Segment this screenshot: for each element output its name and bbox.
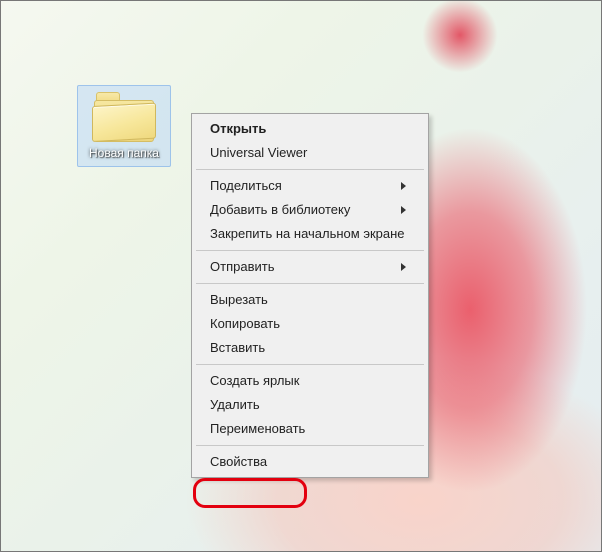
menu-item-label: Вставить — [210, 339, 265, 357]
menu-item-pin-to-start[interactable]: Закрепить на начальном экране — [194, 222, 426, 246]
menu-item-add-to-library[interactable]: Добавить в библиотеку — [194, 198, 426, 222]
menu-item-send-to[interactable]: Отправить — [194, 255, 426, 279]
menu-item-open[interactable]: Открыть — [194, 117, 426, 141]
menu-item-properties[interactable]: Свойства — [194, 450, 426, 474]
menu-item-label: Создать ярлык — [210, 372, 299, 390]
menu-item-label: Удалить — [210, 396, 260, 414]
menu-item-label: Вырезать — [210, 291, 268, 309]
menu-item-label: Переименовать — [210, 420, 305, 438]
desktop-folder-icon[interactable]: Новая папка — [77, 85, 171, 167]
menu-separator — [196, 364, 424, 365]
menu-item-rename[interactable]: Переименовать — [194, 417, 426, 441]
menu-item-label: Поделиться — [210, 177, 282, 195]
menu-item-label: Universal Viewer — [210, 144, 307, 162]
context-menu: Открыть Universal Viewer Поделиться Доба… — [191, 113, 429, 478]
folder-label: Новая папка — [87, 146, 161, 160]
menu-item-label: Закрепить на начальном экране — [210, 225, 405, 243]
menu-item-cut[interactable]: Вырезать — [194, 288, 426, 312]
menu-item-label: Добавить в библиотеку — [210, 201, 350, 219]
menu-item-copy[interactable]: Копировать — [194, 312, 426, 336]
menu-item-create-shortcut[interactable]: Создать ярлык — [194, 369, 426, 393]
chevron-right-icon — [401, 206, 406, 214]
menu-item-label: Свойства — [210, 453, 267, 471]
menu-item-paste[interactable]: Вставить — [194, 336, 426, 360]
menu-separator — [196, 283, 424, 284]
menu-separator — [196, 169, 424, 170]
annotation-highlight-ring — [193, 478, 307, 508]
menu-separator — [196, 250, 424, 251]
menu-separator — [196, 445, 424, 446]
menu-item-label: Отправить — [210, 258, 274, 276]
menu-item-label: Копировать — [210, 315, 280, 333]
chevron-right-icon — [401, 182, 406, 190]
menu-item-universal-viewer[interactable]: Universal Viewer — [194, 141, 426, 165]
menu-item-share[interactable]: Поделиться — [194, 174, 426, 198]
menu-item-delete[interactable]: Удалить — [194, 393, 426, 417]
folder-icon — [92, 90, 156, 142]
chevron-right-icon — [401, 263, 406, 271]
menu-item-label: Открыть — [210, 120, 266, 138]
